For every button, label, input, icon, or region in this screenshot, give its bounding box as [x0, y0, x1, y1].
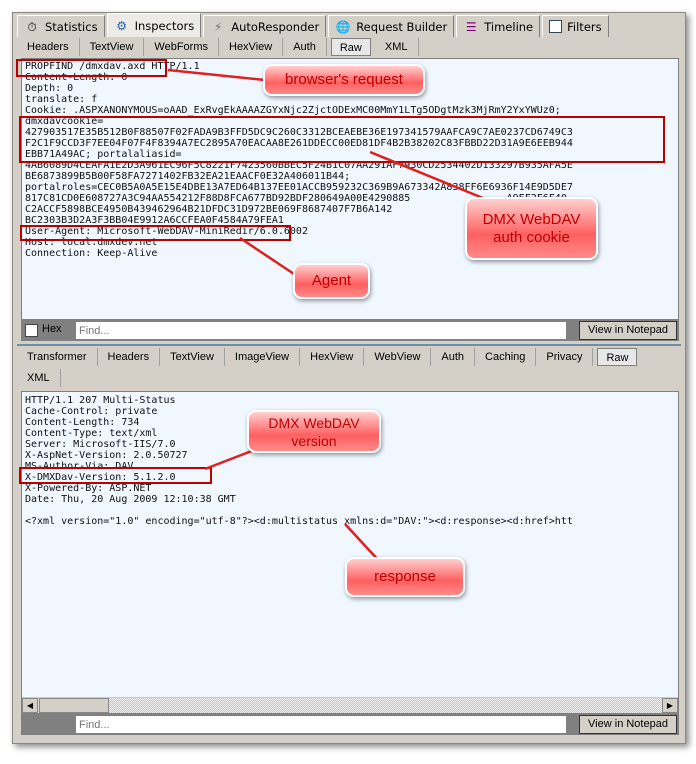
text-line: X-DMXDav-Version: 5.1.2.0 [25, 472, 176, 483]
text-line: F2C1F9CCD3F7EE04F07F4F8394A7EC2895A70EAC… [25, 138, 573, 149]
req-tab-auth[interactable]: Auth [283, 38, 327, 56]
req-tab-xml[interactable]: XML [375, 38, 419, 56]
horizontal-scrollbar[interactable]: ◀ ▶ [22, 697, 678, 713]
callout-auth-cookie: DMX WebDAV auth cookie [465, 197, 598, 260]
text-line: Cookie: .ASPXANONYMOUS=oAAD_ExRvgEkAAAAZ… [25, 105, 561, 116]
globe-hammer-icon: 🌐 [335, 19, 351, 34]
response-view-in-notepad-button[interactable]: View in Notepad [579, 715, 677, 734]
resp-tab-privacy[interactable]: Privacy [536, 348, 594, 366]
tab-statistics[interactable]: ⏱ Statistics [17, 15, 105, 37]
resp-tab-webview[interactable]: WebView [364, 348, 432, 366]
tab-filters[interactable]: Filters [542, 15, 609, 37]
timeline-icon: ☰ [465, 19, 477, 34]
callout-response: response [345, 557, 465, 597]
req-tab-webforms[interactable]: WebForms [144, 38, 219, 56]
req-tab-hexview[interactable]: HexView [219, 38, 284, 56]
callout-version: DMX WebDAV version [247, 410, 381, 453]
text-line: 4AB6089D4CEAFA1E2D3A961EC96F5C8221F74235… [25, 160, 573, 171]
top-tabs: ⏱ Statistics ⚙ Inspectors ⚡ AutoResponder 🌐… [17, 13, 611, 37]
callout-browser-request: browser's request [263, 64, 425, 96]
text-line: BE6873899B5B00F58FA7271402FB32EA21EAACF0… [25, 171, 351, 182]
resp-tab-caching[interactable]: Caching [475, 348, 537, 366]
resp-tab-imageview[interactable]: ImageView [225, 348, 301, 366]
tab-request-builder[interactable]: 🌐 Request Builder [328, 15, 455, 37]
response-tabs-row2: XML [17, 368, 61, 388]
tab-autoresponder[interactable]: ⚡ AutoResponder [203, 15, 327, 37]
resp-tab-hexview[interactable]: HexView [300, 348, 365, 366]
text-line: HTTP/1.1 207 Multi-Status [25, 395, 176, 406]
resp-tab-xml[interactable]: XML [17, 369, 61, 387]
text-line: portalroles=CEC0B5A0A5E15E4DBE13A7ED64B1… [25, 182, 573, 193]
tab-timeline[interactable]: ☰ Timeline [456, 15, 541, 37]
response-find-input[interactable] [76, 716, 566, 733]
request-tabs: Headers TextView WebForms HexView Auth R… [17, 37, 419, 57]
text-line: dmxdavcookie= [25, 116, 104, 127]
scroll-left-button[interactable]: ◀ [22, 698, 38, 713]
request-view-in-notepad-button[interactable]: View in Notepad [579, 321, 677, 340]
hex-label: Hex [42, 323, 62, 335]
inspectors-icon: ⚙ [116, 18, 127, 33]
text-line [25, 505, 675, 516]
req-tab-textview[interactable]: TextView [80, 38, 145, 56]
hex-checkbox[interactable] [25, 324, 38, 337]
request-find-bar: Hex View in Notepad [21, 320, 679, 341]
resp-tab-auth[interactable]: Auth [431, 348, 476, 366]
scrollbar-thumb[interactable] [39, 698, 109, 713]
scroll-right-button[interactable]: ▶ [662, 698, 678, 713]
req-tab-raw[interactable]: Raw [330, 38, 371, 56]
response-find-bar: View in Notepad [21, 714, 679, 735]
request-find-input[interactable] [76, 322, 566, 339]
resp-tab-textview[interactable]: TextView [160, 348, 225, 366]
text-line: EBB71A49AC; portalaliasid= [25, 149, 182, 160]
resp-tab-headers[interactable]: Headers [98, 348, 161, 366]
resp-tab-raw[interactable]: Raw [597, 348, 638, 366]
text-line: Date: Thu, 20 Aug 2009 12:10:38 GMT [25, 494, 236, 505]
lightning-icon: ⚡ [214, 19, 223, 34]
text-line: 427903517E35B512B0F88507F02FADA9B3FFD5DC… [25, 127, 573, 138]
text-line: X-Powered-By: ASP.NET [25, 483, 152, 494]
fiddler-window: ⏱ Statistics ⚙ Inspectors ⚡ AutoResponder 🌐… [12, 12, 686, 744]
stopwatch-icon: ⏱ [27, 19, 37, 34]
req-tab-headers[interactable]: Headers [17, 38, 80, 56]
response-tabs: Transformer Headers TextView ImageView H… [17, 347, 641, 367]
text-line: MS-Author-Via: DAV [25, 461, 134, 472]
tab-inspectors[interactable]: ⚙ Inspectors [106, 13, 202, 37]
checkbox-icon [549, 20, 563, 33]
splitter[interactable] [17, 344, 681, 346]
callout-agent: Agent [293, 263, 370, 299]
resp-tab-transformer[interactable]: Transformer [17, 348, 98, 366]
text-line: <?xml version="1.0" encoding="utf-8"?><d… [25, 516, 573, 527]
